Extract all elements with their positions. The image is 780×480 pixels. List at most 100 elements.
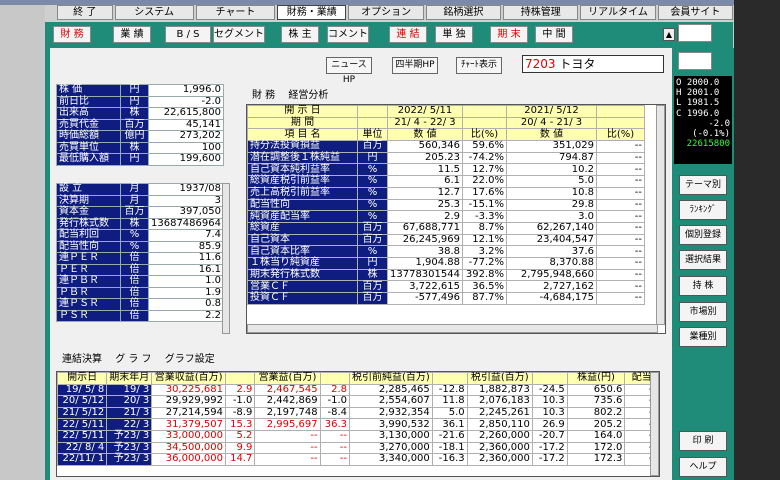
fin-row[interactable]: 自己資本純利益率% 11.5 12.7% 10.2 --	[247, 163, 645, 177]
toolbar-button-4[interactable]: 株 主	[281, 26, 319, 43]
results-cell: 22/ 8/ 4	[57, 441, 108, 455]
fin-header-cell: 比(%)	[462, 128, 507, 142]
fin-row[interactable]: 自己資本 百万 26,245,969 12.1% 23,404,547 --	[247, 233, 645, 247]
fin-row[interactable]: １株当り純資産円 1,904.88 -77.2% 8,370.88 --	[247, 256, 645, 270]
results-row[interactable]: 22/ 5/11 22/ 3 31,379,507 15.3 2,995,697 36.3…	[57, 418, 659, 431]
tab-consolidated-results[interactable]: 連結決算	[62, 350, 102, 365]
sidebar-button-1[interactable]: ﾗﾝｷﾝｸﾞ	[679, 200, 727, 220]
fin-row[interactable]: 期末発行株式数株 13778301544 392.8% 2,795,948,660 --	[247, 268, 645, 282]
info-label: 資本金	[56, 206, 121, 219]
fin-row[interactable]: 総資産税引前益率% 6.1 22.0% 5.0 --	[247, 175, 645, 188]
results-row[interactable]: 22/ 8/ 4 予23/ 3 34,500,000 9.9 -- -- 3,270,000…	[57, 441, 659, 455]
fin-cell: 1,904.88	[387, 256, 463, 270]
up-arrow-button[interactable]: ▲	[663, 28, 675, 41]
toolbar-button-9[interactable]: 中 間	[535, 26, 573, 43]
toolbar-button-3[interactable]: セグメント	[213, 26, 265, 43]
menu-item-1[interactable]: システム	[114, 5, 194, 20]
quote-volume: 22615800	[686, 139, 730, 150]
results-header-cell	[224, 372, 256, 385]
fin-header-cell: 単位	[357, 128, 388, 142]
fin-row[interactable]: 投資ＣＦ 百万 -577,496 87.7% -4,684,175 --	[247, 292, 645, 305]
results-cell: 3,130,000	[348, 429, 433, 443]
menu-item-2[interactable]: チャート	[195, 5, 276, 20]
fin-row[interactable]: 純資産配当率% 2.9 -3.3% 3.0 --	[247, 210, 645, 223]
quote-panel: O 2000.0 H 2001.0 L 1981.5 C 1996.0 -2.0…	[674, 76, 732, 164]
fin-cell: 売上高税引前益率	[247, 186, 358, 200]
menu-item-3[interactable]: 財務・業績	[277, 5, 347, 20]
fin-cell: --	[596, 198, 645, 212]
info-label: 最低購入額	[56, 153, 121, 166]
toolbar-button-5[interactable]: コメント	[327, 26, 369, 43]
fin-row[interactable]: 配当性向% 25.3 -15.1% 29.8 --	[247, 198, 645, 212]
tab-graph-settings[interactable]: グラフ設定	[165, 350, 215, 365]
fin-row[interactable]: 持分法投資損益 百万 560,346 59.6% 351,029 --	[247, 140, 645, 153]
fin-cell: 22.0%	[462, 175, 507, 188]
menu-item-7[interactable]: リアルタイム	[580, 5, 656, 20]
menu-item-8[interactable]: 会員サイト	[657, 5, 733, 20]
info-unit: 倍	[120, 252, 149, 265]
sidebar-button-8[interactable]: ヘルプ	[679, 457, 727, 477]
fin-cell: 794.87	[506, 151, 597, 165]
results-cell: 19/ 3	[106, 383, 153, 397]
sidebar-button-7[interactable]: 印 刷	[679, 431, 727, 451]
fin-cell: 3.2%	[462, 245, 507, 258]
results-row[interactable]: 19/ 5/ 8 19/ 3 30,225,681 2.9 2,467,545 2.8 2,…	[57, 383, 659, 397]
menu-item-0[interactable]: 終 了	[57, 5, 113, 20]
chart-show-button[interactable]: ﾁｬｰﾄ表示	[456, 57, 502, 74]
tab-management-analysis[interactable]: 経営分析	[288, 86, 328, 101]
fin-row[interactable]: 売上高税引前益率% 12.7 17.6% 10.8 --	[247, 186, 645, 200]
results-row[interactable]: 22/11/ 1 予23/ 3 36,000,000 14.7 -- -- 3,340,00…	[57, 453, 659, 466]
results-cell: 2,076,183	[466, 395, 533, 408]
toolbar-button-8[interactable]: 期 末	[490, 26, 528, 43]
fin-row[interactable]: 営業ＣＦ 百万 3,722,615 36.5% 2,727,162 --	[247, 280, 645, 293]
menu-item-4[interactable]: オプション	[348, 5, 424, 20]
results-table-panel: 開示日 期末年月 営業収益(百万) 営業益(百万) 税引前純益(百万) 税引益(百万) 株益…	[56, 371, 660, 477]
results-row[interactable]: 20/ 5/12 20/ 3 29,929,992 -1.0 2,442,869 -1.0…	[57, 395, 659, 408]
tab-graph[interactable]: グ ラ フ	[115, 350, 151, 365]
toolbar-button-2[interactable]: B / S	[165, 26, 211, 43]
toolbar-button-1[interactable]: 業 績	[113, 26, 151, 43]
info-row: 株 価円 1,996.0	[56, 84, 224, 97]
company-info-scrollbar[interactable]	[222, 183, 230, 334]
tab-financial[interactable]: 財 務	[252, 86, 275, 101]
sidebar-button-6[interactable]: 業種別	[679, 327, 727, 347]
fin-row[interactable]: 総資産 百万 67,688,771 8.7% 62,267,140 --	[247, 221, 645, 235]
results-cell: -8.4	[319, 406, 350, 420]
hanki-hp-button[interactable]: 四半期HP	[392, 57, 438, 74]
fin-cell: 期末発行株式数	[247, 268, 358, 282]
sidebar-button-5[interactable]: 市場別	[679, 302, 727, 322]
results-cell: 172.3	[566, 453, 626, 466]
fin-row[interactable]: 潜在調整後１株純益円 205.23 -74.2% 794.87 --	[247, 151, 645, 165]
toolbar-button-0[interactable]: 財 務	[53, 26, 91, 43]
fin-cell: --	[596, 151, 645, 165]
info-value: 11.6	[148, 252, 224, 265]
news-hp-button[interactable]: ニュースHP	[326, 57, 372, 85]
stock-info-table: 株 価円 1,996.0 前日比円 -2.0 出来高株 22,615,800 売買代金 百万 4…	[56, 84, 224, 166]
menu-item-5[interactable]: 銘柄選択	[425, 5, 502, 20]
results-row[interactable]: 22/ 5/11 予23/ 3 33,000,000 5.2 -- -- 3,130,000…	[57, 429, 659, 443]
sidebar-button-3[interactable]: 選択結果	[679, 250, 727, 270]
info-value: 45,141	[148, 118, 224, 131]
info-unit: 月	[120, 183, 149, 196]
stock-code-input[interactable]: 7203 トヨタ	[522, 55, 664, 73]
results-row[interactable]: 21/ 5/12 21/ 3 27,214,594 -8.9 2,197,748 -8.4…	[57, 406, 659, 420]
info-unit: 倍	[120, 309, 149, 322]
fin-row[interactable]: 自己資本比率% 38.8 3.2% 37.6 --	[247, 245, 645, 258]
financial-vscroll[interactable]	[656, 105, 665, 325]
results-vscroll[interactable]	[650, 372, 659, 476]
sidebar-button-4[interactable]: 持 株	[679, 276, 727, 296]
results-cell: 205.2	[566, 418, 626, 431]
fin-header-row: 期 間 21/ 4 - 22/ 3 20/ 4 - 21/ 3	[247, 116, 645, 130]
fin-cell: --	[596, 175, 645, 188]
info-value: 7.4	[148, 229, 224, 242]
toolbar-button-6[interactable]: 連 結	[389, 26, 427, 43]
results-header-cell: 開示日	[57, 372, 108, 385]
sidebar-button-0[interactable]: テーマ別	[679, 175, 727, 195]
sidebar-button-2[interactable]: 個別登録	[679, 225, 727, 245]
menu-item-6[interactable]: 持株管理	[503, 5, 579, 20]
results-cell: 2,197,748	[254, 406, 321, 420]
financial-hscroll[interactable]	[247, 324, 658, 333]
info-value: 13687486964	[148, 217, 224, 230]
toolbar-button-7[interactable]: 単 独	[435, 26, 473, 43]
info-unit: 百万	[120, 118, 149, 131]
